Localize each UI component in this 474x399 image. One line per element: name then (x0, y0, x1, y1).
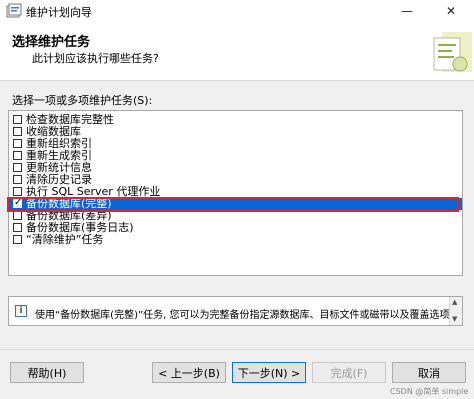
footer-divider (0, 349, 474, 350)
task-checkbox-checked[interactable]: ✓ (13, 197, 23, 208)
task-checkbox[interactable] (13, 139, 22, 148)
maintenance-task-list[interactable]: 检查数据库完整性 收缩数据库 重新组织索引 重新生成索引 更新统计信息 清除历史… (8, 110, 463, 276)
task-checkbox[interactable] (13, 235, 22, 244)
finish-button[interactable]: 完成(F) (312, 362, 386, 383)
task-description-box: i 使用“备份数据库(完整)”任务, 您可以为完整备份指定源数据库、目标文件或磁… (8, 296, 463, 326)
title-bar: 维护计划向导 — ✕ (0, 0, 474, 22)
wizard-graphic-icon (433, 32, 472, 72)
next-button[interactable]: 下一步(N) > (232, 362, 306, 383)
wizard-app-icon (6, 3, 22, 18)
task-checkbox[interactable] (13, 175, 22, 184)
window-title: 维护计划向导 (26, 6, 92, 19)
task-checkbox[interactable] (13, 163, 22, 172)
scroll-down-icon[interactable]: ▼ (452, 315, 457, 323)
task-checkbox[interactable] (13, 223, 22, 232)
watermark: CSDN @简单 simple (390, 387, 469, 396)
task-checkbox[interactable] (13, 211, 22, 220)
minimize-button[interactable]: — (388, 0, 426, 22)
back-button[interactable]: < 上一步(B) (152, 362, 226, 383)
task-checkbox[interactable] (13, 151, 22, 160)
close-button[interactable]: ✕ (428, 0, 474, 22)
task-maintenance-cleanup[interactable]: “清除维护”任务 (9, 234, 462, 246)
task-checkbox[interactable] (13, 115, 22, 124)
task-checkbox[interactable] (13, 187, 22, 196)
page-title: 选择维护任务 (12, 35, 91, 50)
scroll-up-icon[interactable]: ▲ (452, 298, 457, 306)
cancel-button[interactable]: 取消 (392, 362, 466, 383)
tasks-label: 选择一项或多项维护任务(S): (12, 94, 153, 107)
task-description-text: 使用“备份数据库(完整)”任务, 您可以为完整备份指定源数据库、目标文件或磁带以… (35, 310, 460, 321)
help-button[interactable]: 帮助(H) (10, 362, 84, 383)
wizard-header: 选择维护任务 此计划应该执行哪些任务? (0, 22, 474, 81)
page-subtitle: 此计划应该执行哪些任务? (32, 52, 159, 65)
checkmark-icon: ✓ (14, 197, 23, 208)
info-icon: i (15, 305, 27, 317)
description-scrollbar[interactable]: ▲ ▼ (449, 297, 462, 325)
task-checkbox[interactable] (13, 127, 22, 136)
